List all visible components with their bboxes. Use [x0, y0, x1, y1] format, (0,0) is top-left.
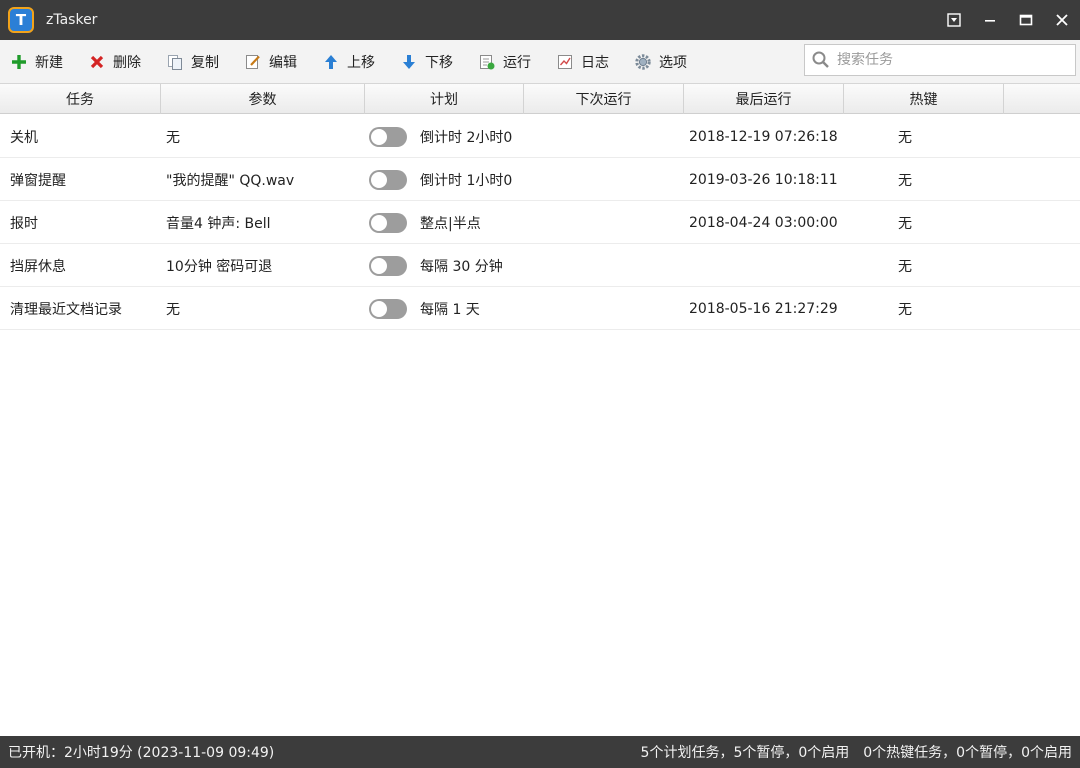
- task-hotkey: 无: [898, 172, 912, 189]
- arrow-down-icon: [400, 53, 418, 71]
- table-row[interactable]: 弹窗提醒 "我的提醒" QQ.wav 倒计时 1小时0 2019-03-26 1…: [0, 158, 1080, 201]
- maximize-button[interactable]: [1008, 0, 1044, 40]
- minimize-icon: [985, 20, 995, 22]
- column-header-task[interactable]: 任务: [0, 84, 161, 114]
- title-bar: T zTasker: [0, 0, 1080, 40]
- task-plan: 倒计时 2小时0: [420, 129, 513, 146]
- window-controls: [936, 0, 1080, 40]
- task-params: 音量4 钟声: Bell: [166, 215, 271, 232]
- task-plan: 整点|半点: [420, 215, 481, 232]
- edit-button[interactable]: 编辑: [236, 47, 305, 77]
- delete-button[interactable]: 删除: [80, 47, 149, 77]
- uptime-status: 已开机：2小时19分 (2023-11-09 09:49): [8, 745, 275, 761]
- minimize-button[interactable]: [972, 0, 1008, 40]
- run-button[interactable]: 运行: [470, 47, 539, 77]
- task-params: 无: [166, 129, 180, 146]
- task-hotkey: 无: [898, 258, 912, 275]
- table-row[interactable]: 报时 音量4 钟声: Bell 整点|半点 2018-04-24 03:00:0…: [0, 201, 1080, 244]
- table-header: 任务 参数 计划 下次运行 最后运行 热键: [0, 84, 1080, 114]
- task-list: 关机 无 倒计时 2小时0 2018-12-19 07:26:18 无 弹窗提醒…: [0, 115, 1080, 330]
- task-name: 关机: [10, 129, 38, 146]
- task-last-run: 2018-12-19 07:26:18: [689, 128, 838, 145]
- new-button[interactable]: 新建: [2, 47, 71, 77]
- app-logo-icon: T: [8, 7, 34, 33]
- log-button[interactable]: 日志: [548, 47, 617, 77]
- task-name: 弹窗提醒: [10, 172, 66, 189]
- task-hotkey: 无: [898, 129, 912, 146]
- column-header-last-run[interactable]: 最后运行: [684, 84, 844, 114]
- hotkey-task-status: 0个热键任务，0个暂停，0个启用: [863, 745, 1072, 761]
- task-plan: 倒计时 1小时0: [420, 172, 513, 189]
- task-last-run: [689, 244, 839, 287]
- x-icon: [88, 53, 106, 71]
- task-hotkey: 无: [898, 215, 912, 232]
- window-title: zTasker: [46, 12, 98, 28]
- status-bar: 已开机：2小时19分 (2023-11-09 09:49) 5个计划任务，5个暂…: [0, 736, 1080, 768]
- dropdown-icon: [947, 13, 961, 27]
- maximize-icon: [1019, 14, 1033, 26]
- task-plan: 每隔 1 天: [420, 301, 480, 318]
- column-header-params[interactable]: 参数: [161, 84, 365, 114]
- search-icon: [812, 51, 829, 68]
- search-input[interactable]: [837, 52, 1057, 68]
- scheduled-task-status: 5个计划任务，5个暂停，0个启用: [640, 745, 850, 761]
- close-icon: [1056, 14, 1068, 26]
- task-name: 挡屏休息: [10, 258, 66, 275]
- table-row[interactable]: 清理最近文档记录 无 每隔 1 天 2018-05-16 21:27:29 无: [0, 287, 1080, 330]
- enable-toggle[interactable]: [369, 212, 407, 233]
- close-button[interactable]: [1044, 0, 1080, 40]
- plus-icon: [10, 53, 28, 71]
- table-row[interactable]: 挡屏休息 10分钟 密码可退 每隔 30 分钟 无: [0, 244, 1080, 287]
- arrow-up-icon: [322, 53, 340, 71]
- enable-toggle[interactable]: [369, 255, 407, 276]
- task-plan: 每隔 30 分钟: [420, 258, 503, 275]
- task-name: 报时: [10, 215, 38, 232]
- window-menu-button[interactable]: [936, 0, 972, 40]
- task-name: 清理最近文档记录: [10, 301, 122, 318]
- task-params: "我的提醒" QQ.wav: [166, 172, 295, 189]
- task-last-run: 2018-05-16 21:27:29: [689, 300, 838, 317]
- search-box[interactable]: [804, 44, 1076, 76]
- task-params: 无: [166, 301, 180, 318]
- copy-button[interactable]: 复制: [158, 47, 227, 77]
- column-header-next-run[interactable]: 下次运行: [524, 84, 684, 114]
- move-up-button[interactable]: 上移: [314, 47, 383, 77]
- task-params: 10分钟 密码可退: [166, 258, 273, 275]
- move-down-button[interactable]: 下移: [392, 47, 461, 77]
- enable-toggle[interactable]: [369, 169, 407, 190]
- enable-toggle[interactable]: [369, 126, 407, 147]
- gear-icon: [634, 53, 652, 71]
- task-hotkey: 无: [898, 301, 912, 318]
- copy-icon: [166, 53, 184, 71]
- options-button[interactable]: 选项: [626, 47, 695, 77]
- edit-icon: [244, 53, 262, 71]
- toolbar: 新建 删除 复制 编辑 上移 下移 运行 日志 选项 搜索任务: [0, 40, 1080, 84]
- column-header-plan[interactable]: 计划: [365, 84, 524, 114]
- run-icon: [478, 53, 496, 71]
- task-last-run: 2018-04-24 03:00:00: [689, 214, 838, 231]
- enable-toggle[interactable]: [369, 298, 407, 319]
- table-row[interactable]: 关机 无 倒计时 2小时0 2018-12-19 07:26:18 无: [0, 115, 1080, 158]
- task-last-run: 2019-03-26 10:18:11: [689, 171, 838, 188]
- log-icon: [556, 53, 574, 71]
- column-header-hotkey[interactable]: 热键: [844, 84, 1004, 114]
